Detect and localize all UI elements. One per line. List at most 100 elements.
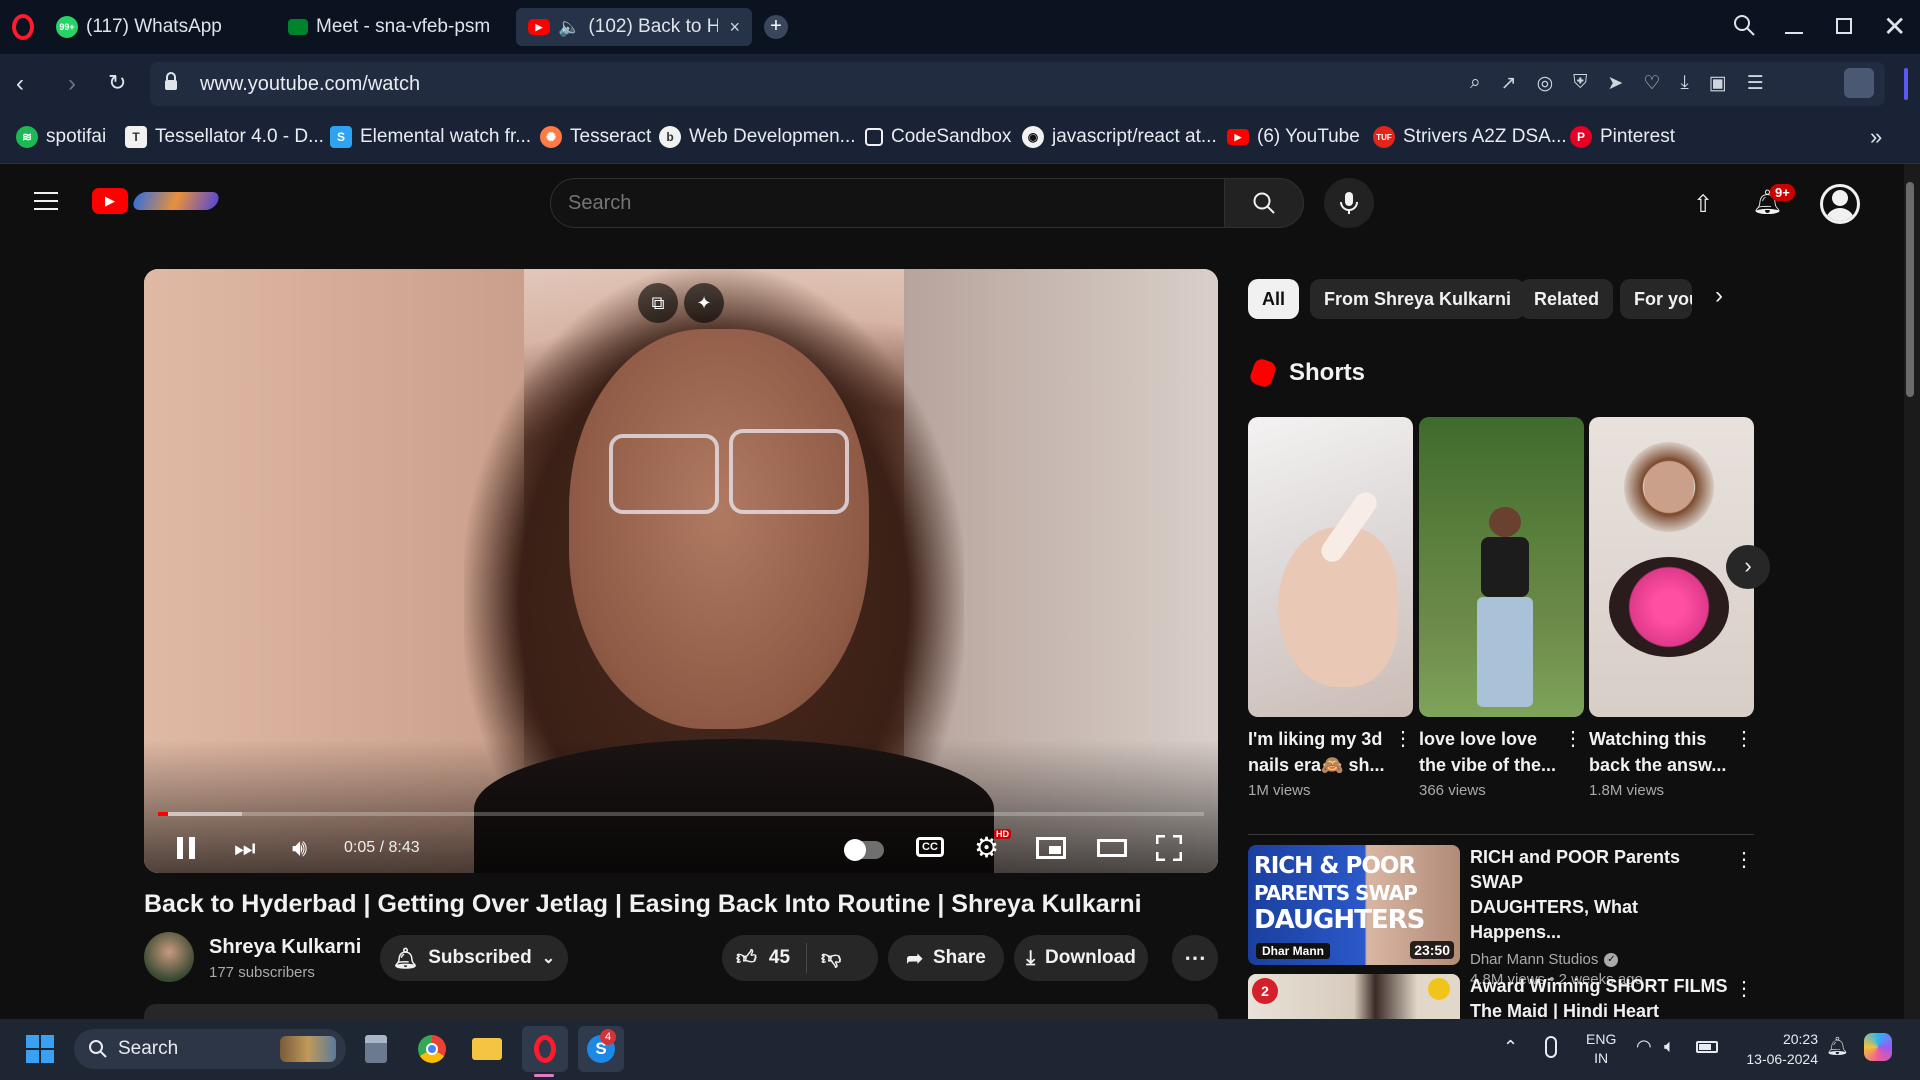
short-thumbnail[interactable] <box>1248 417 1413 717</box>
recommendation-menu-icon[interactable]: ⋮ <box>1734 847 1754 872</box>
bookmark-elemental[interactable]: S Elemental watch fr... <box>330 126 531 148</box>
more-actions-button[interactable]: ⋯ <box>1172 935 1218 981</box>
bookmark-tessellator[interactable]: T Tessellator 4.0 - D... <box>125 126 324 148</box>
bookmark-youtube[interactable]: ▶ (6) YouTube <box>1227 126 1360 148</box>
share-page-icon[interactable]: ↗ <box>1501 72 1517 95</box>
ai-sparkle-icon[interactable]: ✦ <box>684 283 724 323</box>
captions-button[interactable]: CC <box>916 837 944 857</box>
voice-search-button[interactable] <box>1324 178 1374 228</box>
autoplay-toggle[interactable] <box>844 839 884 861</box>
bookmark-tesseract[interactable]: ✺ Tesseract <box>540 126 651 148</box>
volume-button[interactable]: 🔊︎ <box>292 835 307 863</box>
bookmark-webdev[interactable]: b Web Developmen... <box>659 126 856 148</box>
short-info[interactable]: love love love the vibe of the... 366 vi… <box>1419 726 1559 799</box>
short-info[interactable]: Watching this back the answ... 1.8M view… <box>1589 726 1729 799</box>
extensions-icon[interactable]: ▣ <box>1709 72 1727 95</box>
description-box[interactable] <box>144 1004 1218 1019</box>
back-icon[interactable]: ‹ <box>16 70 24 98</box>
recommendation-menu-icon[interactable]: ⋮ <box>1734 976 1754 1001</box>
channel-name[interactable]: Shreya Kulkarni <box>209 936 361 959</box>
reload-icon[interactable]: ↻ <box>108 70 126 96</box>
video-player[interactable]: ⧉ ✦ ⏭︎ 🔊︎ 0:05 / 8:43 CC ⚙ HD <box>144 269 1218 873</box>
close-tab-icon[interactable]: × <box>729 17 740 38</box>
search-tabs-icon[interactable] <box>1733 14 1755 36</box>
short-info[interactable]: I'm liking my 3d nails era🙈 sh... 1M vie… <box>1248 726 1388 799</box>
bookmark-spotifai[interactable]: ≋ spotifai <box>16 126 106 148</box>
account-avatar[interactable] <box>1820 184 1860 224</box>
download-button[interactable]: ⤓ Download <box>1014 935 1148 981</box>
youtube-logo[interactable]: ▶ <box>92 188 128 214</box>
channel-avatar[interactable] <box>144 932 194 982</box>
miniplayer-button[interactable] <box>1036 837 1066 859</box>
url-bar[interactable]: www.youtube.com/watch ⌕ ↗ ◎ ⛨ ➤ ♡ ⤓ ▣ ☰ <box>150 62 1885 106</box>
tab-meet[interactable]: Meet - sna-vfeb-psm <box>276 8 516 46</box>
taskbar-search-box[interactable]: Search <box>74 1029 346 1069</box>
opera-logo-icon[interactable] <box>12 14 34 40</box>
show-hidden-icons-icon[interactable]: ⌃ <box>1503 1037 1518 1058</box>
chrome-icon[interactable] <box>412 1029 452 1069</box>
recommendation-thumbnail[interactable]: RICH & POOR PARENTS SWAP DAUGHTERS Dhar … <box>1248 845 1460 965</box>
menu-icon[interactable] <box>34 192 58 210</box>
download-icon[interactable]: ⤓ <box>1680 72 1688 95</box>
close-window-icon[interactable]: ✕ <box>1883 10 1906 43</box>
theater-mode-button[interactable] <box>1097 839 1127 857</box>
volume-tray-icon[interactable]: 🔈︎ <box>1664 1036 1675 1057</box>
short-menu-icon[interactable]: ⋮ <box>1734 726 1754 751</box>
forward-icon[interactable]: › <box>68 70 76 98</box>
pause-button[interactable] <box>177 837 197 861</box>
fullscreen-button[interactable] <box>1155 834 1183 862</box>
calculator-icon[interactable] <box>356 1029 396 1069</box>
wifi-icon[interactable]: ◠ <box>1636 1036 1652 1057</box>
bookmark-strivers[interactable]: TUF Strivers A2Z DSA... <box>1373 126 1567 148</box>
url-text[interactable]: www.youtube.com/watch <box>200 73 420 96</box>
restore-icon[interactable] <box>1836 18 1852 34</box>
heart-icon[interactable]: ♡ <box>1643 72 1660 95</box>
short-menu-icon[interactable]: ⋮ <box>1393 726 1413 751</box>
like-button[interactable]: 👍︎ 45 <box>722 943 808 973</box>
bookmark-pinterest[interactable]: P Pinterest <box>1570 126 1675 148</box>
chips-next-icon[interactable]: › <box>1715 282 1723 310</box>
windows-start-icon[interactable] <box>20 1029 60 1069</box>
language-indicator[interactable]: ENG IN <box>1586 1030 1616 1068</box>
bookmark-github[interactable]: ◉ javascript/react at... <box>1022 126 1217 148</box>
shield-icon[interactable]: ⛨ <box>1573 72 1587 95</box>
clock[interactable]: 20:23 13-06-2024 <box>1736 1029 1818 1069</box>
more-bookmarks-icon[interactable]: » <box>1870 124 1882 150</box>
recommendation-info[interactable]: RICH and POOR Parents SWAP DAUGHTERS, Wh… <box>1470 845 1730 988</box>
next-button[interactable]: ⏭︎ <box>234 835 256 863</box>
progress-track[interactable] <box>158 812 1204 816</box>
copilot-icon[interactable] <box>1864 1033 1892 1061</box>
chip-related[interactable]: Related <box>1520 279 1614 319</box>
miniplayer-overlay-icon[interactable]: ⧉ <box>638 283 678 323</box>
speaker-icon[interactable]: 🔈 <box>558 17 580 38</box>
dislike-button[interactable]: 👎︎ <box>807 946 855 970</box>
recommendation-info[interactable]: Award Winning SHORT FILMS The Maid | Hin… <box>1470 974 1730 1019</box>
shorts-next-button[interactable]: › <box>1726 545 1770 589</box>
camera-icon[interactable]: ◎ <box>1537 72 1554 95</box>
file-explorer-icon[interactable] <box>467 1029 507 1069</box>
minimize-icon[interactable] <box>1785 32 1803 34</box>
bookmark-codesandbox[interactable]: CodeSandbox <box>865 126 1011 148</box>
tab-whatsapp[interactable]: 99+ (117) WhatsApp <box>44 8 274 46</box>
tab-youtube-active[interactable]: ▶ 🔈 (102) Back to Hyc × <box>516 8 752 46</box>
profile-icon[interactable] <box>1844 68 1874 98</box>
chip-for-you[interactable]: For you <box>1620 279 1692 319</box>
opera-taskbar-icon[interactable] <box>522 1026 568 1072</box>
short-thumbnail[interactable] <box>1419 417 1584 717</box>
new-tab-button[interactable]: + <box>764 15 788 39</box>
share-button[interactable]: ➦ Share <box>888 935 1004 981</box>
recommendation-thumbnail[interactable]: 2 <box>1248 974 1460 1019</box>
scrollbar-thumb[interactable] <box>1906 182 1914 397</box>
battery-icon[interactable] <box>1696 1041 1718 1053</box>
chip-all[interactable]: All <box>1248 279 1300 319</box>
easy-setup-icon[interactable]: ☰ <box>1747 72 1764 95</box>
microphone-tray-icon[interactable] <box>1545 1036 1557 1058</box>
upload-icon[interactable]: ⇧ <box>1693 190 1713 219</box>
search-input[interactable] <box>568 184 1208 222</box>
send-icon[interactable]: ➤ <box>1607 72 1623 95</box>
short-menu-icon[interactable]: ⋮ <box>1563 726 1583 751</box>
notification-bell-icon[interactable]: 🔔︎ <box>1826 1036 1849 1057</box>
subscribed-button[interactable]: 🔔︎ Subscribed ⌄ <box>380 935 568 981</box>
search-button[interactable] <box>1224 178 1304 228</box>
chip-from-channel[interactable]: From Shreya Kulkarni <box>1310 279 1526 319</box>
